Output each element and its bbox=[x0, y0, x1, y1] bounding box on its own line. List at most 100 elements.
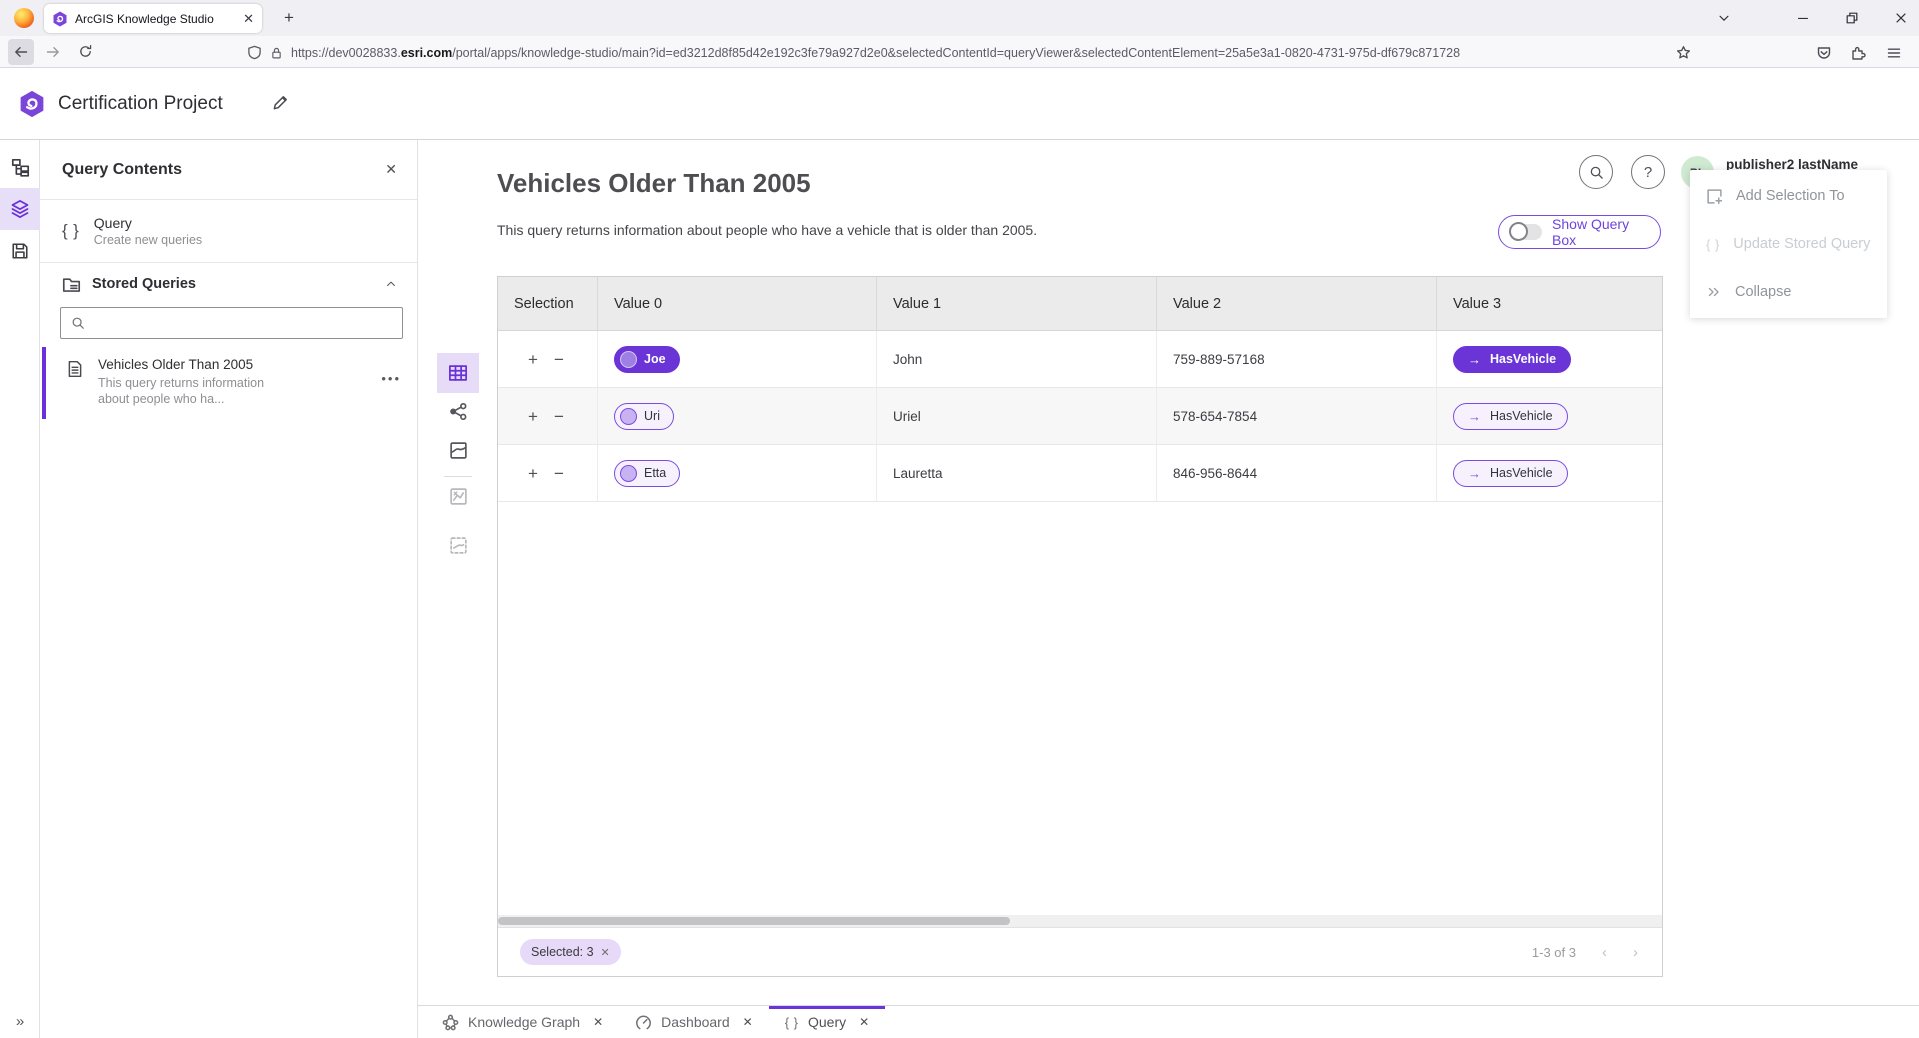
link-chart-view-button[interactable] bbox=[437, 391, 479, 431]
search-input[interactable] bbox=[93, 316, 392, 331]
toggle-switch[interactable] bbox=[1511, 224, 1542, 240]
entity-node-icon bbox=[620, 351, 637, 368]
column-header[interactable]: Value 0 bbox=[598, 277, 877, 330]
map-view-button[interactable] bbox=[437, 430, 479, 470]
column-header[interactable]: Selection bbox=[498, 277, 598, 330]
clear-selection-icon[interactable]: ✕ bbox=[601, 946, 610, 959]
query-create-item[interactable]: { } Query Create new queries bbox=[40, 200, 417, 263]
cell-value[interactable]: John bbox=[877, 331, 1157, 387]
lock-icon[interactable] bbox=[270, 46, 283, 60]
firefox-icon[interactable] bbox=[14, 8, 34, 28]
table-row[interactable]: +− Uri Uriel 578-654-7854 →HasVehicle bbox=[498, 388, 1662, 445]
stored-queries-search[interactable] bbox=[60, 307, 403, 339]
query-item-title: Query bbox=[94, 215, 202, 231]
new-tab-button[interactable]: + bbox=[284, 8, 294, 28]
menu-item-update-stored-query[interactable]: { } Update Stored Query bbox=[1690, 220, 1887, 268]
content-tab-bar: Knowledge Graph ✕ Dashboard ✕ { } Query … bbox=[418, 1005, 1919, 1038]
table-row[interactable]: +− Etta Lauretta 846-956-8644 →HasVehicl… bbox=[498, 445, 1662, 502]
app-header: Certification Project ? PL publisher2 la… bbox=[0, 68, 1919, 140]
stored-queries-title: Stored Queries bbox=[92, 276, 374, 292]
folder-icon bbox=[62, 275, 81, 294]
relationship-pill[interactable]: →HasVehicle bbox=[1453, 460, 1568, 487]
options-context-menu: Add Selection To { } Update Stored Query… bbox=[1690, 170, 1887, 318]
show-query-box-toggle[interactable]: Show Query Box bbox=[1498, 215, 1661, 249]
query-description: This query returns information about peo… bbox=[497, 222, 1037, 238]
extensions-puzzle-icon[interactable] bbox=[1845, 40, 1871, 66]
table-row[interactable]: +− Joe John 759-889-57168 →HasVehicle bbox=[498, 331, 1662, 388]
tab-close-icon[interactable]: ✕ bbox=[243, 11, 254, 27]
selection-chip[interactable]: Selected: 3 ✕ bbox=[520, 939, 621, 965]
new-map-from-selection-button[interactable] bbox=[437, 525, 479, 565]
tab-dashboard[interactable]: Dashboard ✕ bbox=[619, 1006, 769, 1038]
cell-value[interactable]: 846-956-8644 bbox=[1157, 445, 1437, 501]
remove-from-selection-button[interactable]: − bbox=[554, 351, 564, 368]
menu-item-add-selection-to[interactable]: Add Selection To bbox=[1690, 172, 1887, 220]
url-bar[interactable]: https://dev0028833.esri.com/portal/apps/… bbox=[237, 40, 1701, 65]
stored-queries-header[interactable]: Stored Queries bbox=[40, 263, 417, 305]
next-page-chevron-icon[interactable]: › bbox=[1633, 944, 1638, 961]
column-header[interactable]: Value 3 bbox=[1437, 277, 1662, 330]
entity-pill[interactable]: Uri bbox=[614, 403, 674, 430]
stored-query-item[interactable]: Vehicles Older Than 2005 This query retu… bbox=[40, 347, 417, 419]
remove-from-selection-button[interactable]: − bbox=[554, 465, 564, 482]
column-header[interactable]: Value 2 bbox=[1157, 277, 1437, 330]
arrow-right-icon: → bbox=[1468, 409, 1481, 424]
contents-layers-icon[interactable] bbox=[0, 188, 40, 230]
new-link-chart-from-selection-button[interactable] bbox=[437, 476, 479, 516]
shield-icon[interactable] bbox=[247, 45, 262, 60]
cell-value[interactable]: Lauretta bbox=[877, 445, 1157, 501]
forward-button[interactable] bbox=[40, 39, 66, 65]
url-text[interactable]: https://dev0028833.esri.com/portal/apps/… bbox=[291, 46, 1668, 60]
dashboard-gauge-icon bbox=[635, 1014, 652, 1031]
expand-rail-icon[interactable]: » bbox=[0, 1013, 40, 1030]
close-tab-icon[interactable]: ✕ bbox=[859, 1015, 869, 1029]
cell-value[interactable]: 759-889-57168 bbox=[1157, 331, 1437, 387]
stored-query-options-icon[interactable]: ••• bbox=[381, 371, 401, 386]
table-header-row: Selection Value 0 Value 1 Value 2 Value … bbox=[498, 277, 1662, 331]
column-header[interactable]: Value 1 bbox=[877, 277, 1157, 330]
add-to-selection-button[interactable]: + bbox=[528, 465, 538, 482]
horizontal-scrollbar[interactable] bbox=[498, 915, 1662, 927]
window-close-button[interactable] bbox=[1887, 6, 1915, 30]
list-tabs-chevron-icon[interactable] bbox=[1710, 6, 1738, 30]
close-tab-icon[interactable]: ✕ bbox=[743, 1015, 753, 1029]
pocket-icon[interactable] bbox=[1811, 40, 1837, 66]
entity-node-icon bbox=[620, 408, 637, 425]
window-restore-button[interactable] bbox=[1838, 6, 1866, 30]
save-icon[interactable] bbox=[0, 230, 40, 272]
browser-tab[interactable]: ArcGIS Knowledge Studio ✕ bbox=[44, 4, 262, 33]
collapse-chevron-icon[interactable] bbox=[385, 278, 397, 290]
data-model-icon[interactable] bbox=[0, 146, 40, 188]
entity-pill[interactable]: Etta bbox=[614, 460, 680, 487]
table-icon bbox=[448, 363, 468, 383]
previous-page-chevron-icon[interactable]: ‹ bbox=[1602, 944, 1607, 961]
help-button[interactable]: ? bbox=[1631, 155, 1665, 189]
remove-from-selection-button[interactable]: − bbox=[554, 408, 564, 425]
scrollbar-thumb[interactable] bbox=[498, 917, 1010, 925]
edit-title-pencil-icon[interactable] bbox=[272, 94, 289, 111]
toggle-knob bbox=[1509, 222, 1528, 241]
cell-value[interactable]: 578-654-7854 bbox=[1157, 388, 1437, 444]
table-view-button[interactable] bbox=[437, 353, 479, 393]
relationship-pill[interactable]: →HasVehicle bbox=[1453, 403, 1568, 430]
search-icon bbox=[71, 316, 85, 330]
cell-value[interactable]: Uriel bbox=[877, 388, 1157, 444]
back-button[interactable] bbox=[8, 39, 34, 65]
add-to-selection-button[interactable]: + bbox=[528, 408, 538, 425]
menu-hamburger-icon[interactable] bbox=[1881, 40, 1907, 66]
reload-button[interactable] bbox=[72, 39, 98, 65]
menu-item-collapse[interactable]: Collapse bbox=[1690, 268, 1887, 316]
tab-knowledge-graph[interactable]: Knowledge Graph ✕ bbox=[426, 1006, 619, 1038]
tab-query[interactable]: { } Query ✕ bbox=[769, 1006, 885, 1038]
bookmark-star-icon[interactable] bbox=[1676, 45, 1691, 60]
browser-tab-strip: ArcGIS Knowledge Studio ✕ + bbox=[0, 0, 1919, 36]
relationship-pill[interactable]: →HasVehicle bbox=[1453, 346, 1571, 373]
query-item-subtitle: Create new queries bbox=[94, 233, 202, 247]
add-to-selection-button[interactable]: + bbox=[528, 351, 538, 368]
window-minimize-button[interactable] bbox=[1789, 6, 1817, 30]
braces-icon: { } bbox=[785, 1015, 799, 1030]
panel-close-icon[interactable]: ✕ bbox=[385, 161, 397, 178]
search-button[interactable] bbox=[1579, 155, 1613, 189]
close-tab-icon[interactable]: ✕ bbox=[593, 1015, 603, 1029]
entity-pill[interactable]: Joe bbox=[614, 346, 680, 373]
